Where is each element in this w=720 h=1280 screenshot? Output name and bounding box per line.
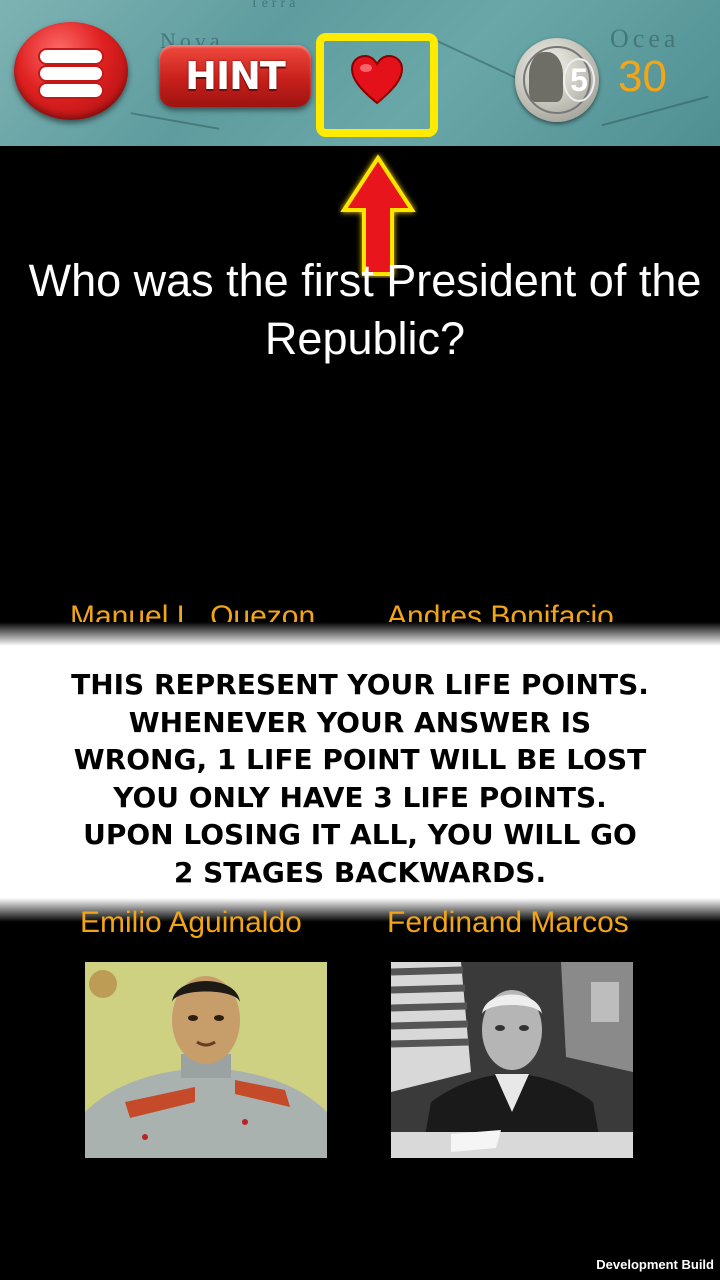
- tutorial-message: THIS REPRESENT YOUR LIFE POINTS. WHENEVE…: [14, 666, 706, 891]
- heart-icon: [350, 55, 404, 105]
- tutorial-line: THIS REPRESENT YOUR LIFE POINTS.: [71, 668, 649, 701]
- menu-icon: [40, 50, 102, 63]
- coin-portrait: [529, 52, 563, 102]
- marcos-portrait-image[interactable]: [391, 962, 633, 1158]
- hint-button[interactable]: HINT: [159, 45, 311, 107]
- question-text: Who was the first President of the Repub…: [28, 255, 702, 364]
- menu-button[interactable]: [14, 22, 128, 120]
- tutorial-line: YOU ONLY HAVE 3 LIFE POINTS.: [113, 780, 607, 814]
- aguinaldo-portrait-image[interactable]: [85, 962, 327, 1158]
- map-line: [130, 112, 220, 130]
- map-decoration-text: Terra: [250, 0, 300, 11]
- top-bar: Terra Nova Ocea HINT 5 30: [0, 0, 720, 146]
- tutorial-line: UPON LOSING IT ALL, YOU WILL GO: [83, 818, 637, 851]
- tutorial-line: 2 STAGES BACKWARDS.: [173, 855, 547, 889]
- menu-icon: [40, 84, 102, 97]
- map-decoration-text: Ocea: [610, 24, 680, 53]
- development-build-label: Development Build: [596, 1257, 714, 1272]
- menu-icon: [40, 67, 102, 80]
- option-aguinaldo[interactable]: Emilio Aguinaldo: [80, 906, 302, 940]
- tutorial-line: WRONG, 1 LIFE POINT WILL BE LOST: [73, 743, 647, 776]
- option-marcos[interactable]: Ferdinand Marcos: [387, 906, 629, 940]
- life-points-highlight[interactable]: [316, 33, 438, 137]
- coin-count: 30: [618, 52, 667, 101]
- coin-icon: 5: [515, 38, 599, 122]
- coin-denomination: 5: [563, 58, 595, 102]
- tutorial-line: WHENEVER YOUR ANSWER IS: [128, 705, 592, 739]
